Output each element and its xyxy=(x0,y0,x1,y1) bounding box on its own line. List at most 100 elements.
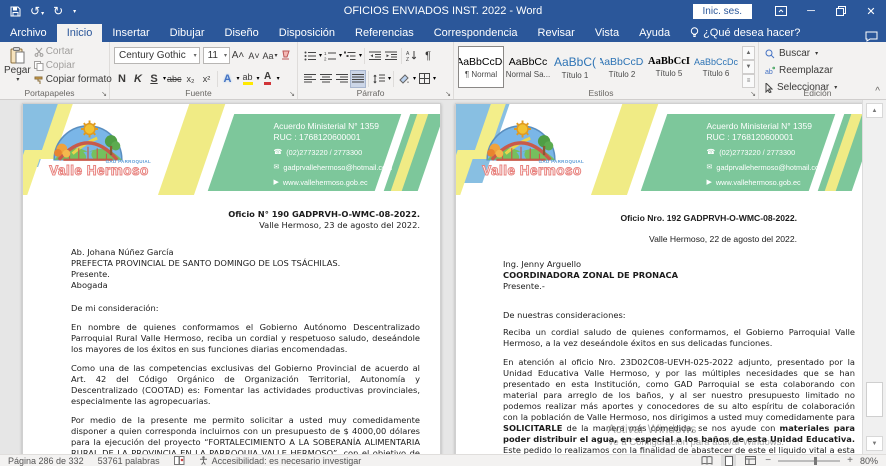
font-size-combo[interactable]: 11▾ xyxy=(203,47,230,64)
tab-inicio[interactable]: Inicio xyxy=(57,24,103,42)
show-marks-button[interactable]: ¶ xyxy=(420,47,436,65)
styles-gallery-more[interactable]: ≡ xyxy=(742,74,755,88)
styles-scroll-down[interactable]: ▼ xyxy=(742,60,755,74)
customize-qat-icon[interactable]: ▾ xyxy=(73,8,76,15)
format-painter-button[interactable]: Copiar formato xyxy=(31,73,115,86)
zoom-out-icon[interactable]: − xyxy=(765,455,771,466)
close-button[interactable]: ✕ xyxy=(856,0,886,22)
find-button[interactable]: Buscar▾ xyxy=(763,45,883,62)
scroll-down-icon[interactable]: ▼ xyxy=(866,436,883,451)
tell-me-box[interactable]: ¿Qué desea hacer? xyxy=(680,24,810,42)
sort-button[interactable]: AZ xyxy=(404,47,420,65)
letter-body[interactable]: Oficio Nro. 192 GADPRVH-O-WMC-08-2022. V… xyxy=(456,213,862,454)
addressee-title: PREFECTA PROVINCIAL DE SANTO DOMINGO DE … xyxy=(71,258,420,269)
tab-vista[interactable]: Vista xyxy=(585,24,629,42)
zoom-slider-thumb[interactable] xyxy=(814,457,817,465)
title-bar: ↺▾ ↻ ▾ OFICIOS ENVIADOS INST. 2022 - Wor… xyxy=(0,0,886,22)
paragraph-dialog-launcher[interactable]: ↘ xyxy=(445,90,451,98)
increase-indent-button[interactable] xyxy=(383,47,399,65)
sign-in-button[interactable]: Inic. ses. xyxy=(693,4,752,19)
highlight-color-button[interactable]: ab xyxy=(240,70,256,88)
restore-button[interactable] xyxy=(826,0,856,22)
font-name-combo[interactable]: Century Gothic▾ xyxy=(114,47,200,64)
print-layout-icon[interactable] xyxy=(721,455,736,466)
save-icon[interactable] xyxy=(10,6,21,17)
line-spacing-button[interactable] xyxy=(371,70,387,88)
subscript-button[interactable]: x₂ xyxy=(183,70,199,88)
web-layout-icon[interactable] xyxy=(743,455,758,466)
underline-button[interactable]: S xyxy=(146,70,162,88)
tab-dibujar[interactable]: Dibujar xyxy=(160,24,215,42)
page-left[interactable]: Acuerdo Ministerial N° 1359 RUC : 176812… xyxy=(22,103,441,454)
styles-dialog-launcher[interactable]: ↘ xyxy=(750,90,756,98)
feedback-comment-icon[interactable] xyxy=(865,31,878,42)
replace-icon: ab xyxy=(765,66,775,76)
paste-button[interactable]: Pegar ▾ xyxy=(4,45,31,86)
font-color-dropdown[interactable]: ▾ xyxy=(277,75,280,82)
replace-button[interactable]: ab Reemplazar xyxy=(763,62,883,79)
zoom-in-icon[interactable]: + xyxy=(847,455,853,466)
redo-icon[interactable]: ↻ xyxy=(53,5,63,17)
align-right-button[interactable] xyxy=(334,70,350,88)
document-area[interactable]: Acuerdo Ministerial N° 1359 RUC : 176812… xyxy=(0,100,862,454)
ribbon-display-options-icon[interactable] xyxy=(766,0,796,22)
word-count[interactable]: 53761 palabras xyxy=(98,456,160,466)
style-titulo-1[interactable]: AaBbC( Título 1 xyxy=(552,46,598,88)
clear-formatting-button[interactable] xyxy=(278,47,294,65)
vertical-scrollbar[interactable]: ▲ ▼ xyxy=(862,100,886,454)
style-normal-sa[interactable]: AaBbCc Normal Sa... xyxy=(505,46,551,88)
tab-correspondencia[interactable]: Correspondencia xyxy=(424,24,528,42)
change-case-button[interactable]: Aa▾ xyxy=(262,47,278,65)
accessibility-status[interactable]: Accesibilidad: es necesario investigar xyxy=(199,456,362,466)
multilevel-dropdown[interactable]: ▾ xyxy=(359,52,362,59)
tab-archivo[interactable]: Archivo xyxy=(0,24,57,42)
tab-diseno[interactable]: Diseño xyxy=(215,24,269,42)
italic-button[interactable]: K xyxy=(130,70,146,88)
multilevel-list-button[interactable] xyxy=(342,47,358,65)
numbering-button[interactable]: 12 xyxy=(322,47,338,65)
superscript-button[interactable]: x² xyxy=(199,70,215,88)
clipboard-dialog-launcher[interactable]: ↘ xyxy=(101,90,107,98)
font-color-button[interactable]: A xyxy=(260,70,276,88)
borders-dropdown[interactable]: ▾ xyxy=(433,75,436,82)
font-dialog-launcher[interactable]: ↘ xyxy=(289,90,295,98)
zoom-level[interactable]: 80% xyxy=(860,456,878,466)
cut-button[interactable]: Cortar xyxy=(31,45,115,58)
scroll-up-icon[interactable]: ▲ xyxy=(866,103,883,118)
style-normal[interactable]: AaBbCcD( ¶ Normal xyxy=(458,46,504,88)
decrease-indent-button[interactable] xyxy=(367,47,383,65)
tab-disposicion[interactable]: Disposición xyxy=(269,24,345,42)
letter-body[interactable]: Oficio N° 190 GADPRVH-O-WMC-08-2022. Val… xyxy=(23,209,440,454)
zoom-slider[interactable] xyxy=(778,460,840,462)
tab-referencias[interactable]: Referencias xyxy=(345,24,424,42)
text-effects-button[interactable]: A xyxy=(220,70,236,88)
tab-insertar[interactable]: Insertar xyxy=(102,24,159,42)
bold-button[interactable]: N xyxy=(114,70,130,88)
page-right[interactable]: Acuerdo Ministerial N° 1359 RUC : 176812… xyxy=(455,103,862,454)
borders-button[interactable] xyxy=(416,70,432,88)
collapse-ribbon-icon[interactable]: ^ xyxy=(875,86,880,97)
bullets-button[interactable] xyxy=(302,47,318,65)
justify-button[interactable] xyxy=(350,70,366,88)
align-left-button[interactable] xyxy=(302,70,318,88)
group-fuente: Century Gothic▾ 11▾ A˄ A˅ Aa▾ N K S ▾ abc… xyxy=(110,42,298,99)
grow-font-button[interactable]: A˄ xyxy=(230,47,246,65)
strikethrough-button[interactable]: abc xyxy=(166,70,183,88)
style-titulo-5[interactable]: AaBbCcI Título 5 xyxy=(646,46,692,88)
tab-revisar[interactable]: Revisar xyxy=(528,24,585,42)
page-indicator[interactable]: Página 286 de 332 xyxy=(8,456,84,466)
tab-ayuda[interactable]: Ayuda xyxy=(629,24,680,42)
style-titulo-2[interactable]: AaBbCcD( Título 2 xyxy=(599,46,645,88)
styles-scroll-up[interactable]: ▲ xyxy=(742,46,755,60)
style-titulo-6[interactable]: AaBbCcDc Título 6 xyxy=(693,46,739,88)
align-center-button[interactable] xyxy=(318,70,334,88)
undo-icon[interactable]: ↺▾ xyxy=(30,5,44,17)
scrollbar-thumb[interactable] xyxy=(866,382,883,417)
minimize-button[interactable]: ─ xyxy=(796,0,826,22)
copy-button[interactable]: Copiar xyxy=(31,59,115,72)
proofing-icon[interactable] xyxy=(174,456,185,465)
line-spacing-dropdown[interactable]: ▾ xyxy=(388,75,391,82)
shrink-font-button[interactable]: A˅ xyxy=(246,47,262,65)
read-mode-icon[interactable] xyxy=(699,455,714,466)
shading-button[interactable] xyxy=(396,70,412,88)
